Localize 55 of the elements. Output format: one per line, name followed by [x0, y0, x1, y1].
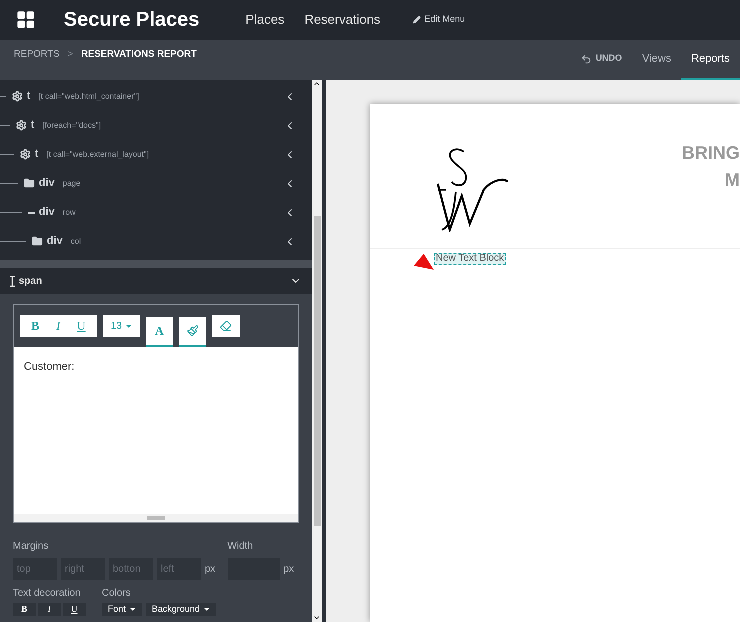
- field-label: Width: [228, 540, 254, 554]
- menu-item[interactable]: Reservations: [304, 10, 381, 30]
- color-dropdown[interactable]: Font: [102, 603, 142, 616]
- app-title: Secure Places: [64, 8, 200, 33]
- editor-content[interactable]: Customer:: [14, 347, 298, 514]
- scroll-up-icon[interactable]: [313, 80, 321, 88]
- tree-item[interactable]: div col: [0, 227, 312, 256]
- undo-button[interactable]: UNDO: [570, 40, 632, 80]
- scrollbar[interactable]: [312, 80, 322, 622]
- field-label: Colors: [102, 587, 132, 601]
- text-block[interactable]: New Text Block: [434, 253, 506, 265]
- background-color-button[interactable]: [179, 317, 206, 347]
- breadcrumb-item: RESERVATIONS REPORT: [81, 48, 197, 62]
- text-cursor-icon: [10, 276, 15, 286]
- gear-icon: [16, 120, 27, 131]
- resize-handle[interactable]: [147, 516, 165, 520]
- tree-item[interactable]: t [t call="web.html_container"]: [0, 82, 312, 111]
- tree-item[interactable]: div row: [0, 198, 312, 227]
- breadcrumb-item[interactable]: REPORTS: [14, 48, 60, 62]
- color-dropdown[interactable]: Background: [146, 603, 216, 616]
- eraser-icon: [220, 320, 232, 332]
- field-label: Text decoration: [13, 587, 82, 601]
- minus-icon: [28, 212, 35, 214]
- edit-menu-link[interactable]: Edit Menu: [412, 13, 466, 27]
- report-heading: BRING: [682, 142, 740, 165]
- input-field[interactable]: left: [157, 558, 201, 580]
- node-header[interactable]: span: [0, 268, 312, 294]
- tree-item[interactable]: t [t call="web.external_layout"]: [0, 140, 312, 169]
- decoration-button[interactable]: B: [13, 603, 36, 616]
- gear-icon: [12, 91, 23, 102]
- apps-menu-icon[interactable]: [16, 10, 36, 30]
- input-field[interactable]: right: [61, 558, 105, 580]
- field-label: Margins: [13, 540, 50, 554]
- report-heading: M: [724, 169, 740, 192]
- breadcrumb-separator: >: [68, 48, 74, 62]
- menu-item[interactable]: Places: [246, 10, 285, 30]
- unit-label: px: [205, 562, 216, 576]
- clear-format-button[interactable]: [212, 315, 240, 337]
- gear-icon: [20, 149, 31, 160]
- input-field[interactable]: top: [13, 558, 57, 580]
- decoration-button[interactable]: I: [38, 603, 61, 616]
- tree-item[interactable]: div page: [0, 169, 312, 198]
- brush-icon: [186, 325, 199, 337]
- unit-label: px: [284, 562, 294, 576]
- input-field[interactable]: botton: [109, 558, 153, 580]
- undo-icon: [580, 54, 592, 64]
- decoration-button[interactable]: U: [63, 603, 86, 616]
- pencil-icon: [412, 16, 421, 24]
- tab[interactable]: Views: [632, 40, 682, 80]
- pointer-arrow-icon: [414, 254, 434, 270]
- node-tag: span: [19, 274, 42, 288]
- tree-item[interactable]: t [foreach="docs"]: [0, 111, 312, 140]
- folder-icon: [24, 178, 35, 189]
- scroll-down-icon[interactable]: [313, 614, 321, 622]
- folder-icon: [32, 236, 43, 247]
